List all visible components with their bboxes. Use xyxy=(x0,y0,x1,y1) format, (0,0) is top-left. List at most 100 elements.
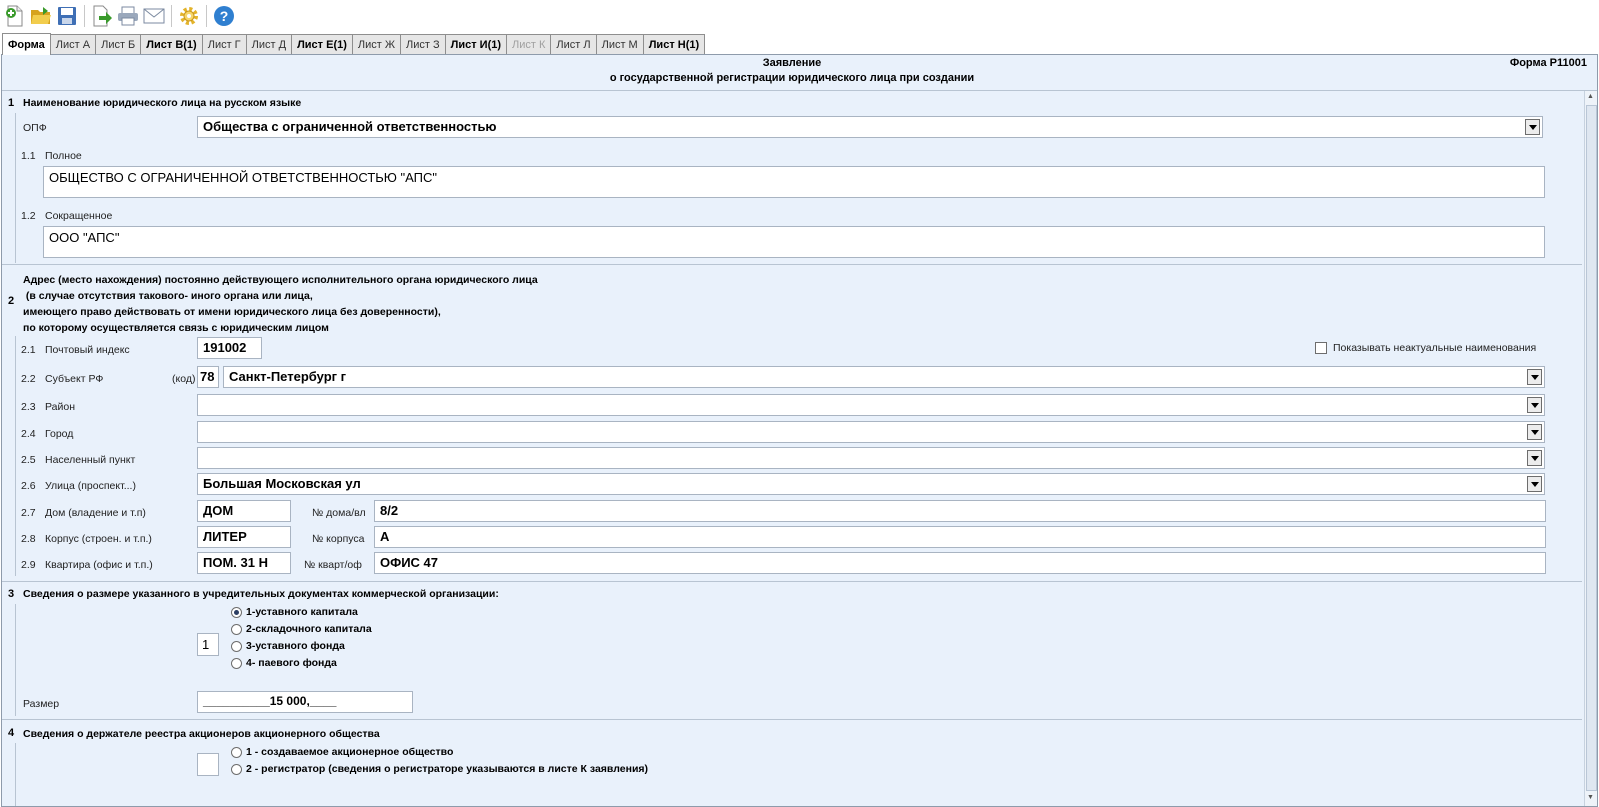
radio-unchecked-icon[interactable] xyxy=(231,623,242,635)
section4-bracket xyxy=(15,743,16,806)
short-name-value: ООО "АПС" xyxy=(49,230,120,245)
scroll-up-icon[interactable]: ▲ xyxy=(1587,93,1594,100)
toolbar-separator xyxy=(171,4,172,27)
house-type-value: ДОМ xyxy=(203,503,234,518)
subject-dropdown[interactable]: Санкт-Петербург г xyxy=(223,366,1545,388)
apartment-number: 2.9 xyxy=(21,559,36,571)
tab-13[interactable]: Лист Н(1) xyxy=(642,34,706,54)
section3-bracket xyxy=(15,604,16,716)
short-name-field[interactable]: ООО "АПС" xyxy=(43,226,1545,258)
opf-label: ОПФ xyxy=(23,122,47,134)
toolbar: ? xyxy=(0,0,1599,31)
scrollbar-thumb[interactable] xyxy=(1586,105,1597,791)
postal-field[interactable]: 191002 xyxy=(197,337,262,359)
short-name-label: Сокращенное xyxy=(45,210,113,222)
capital-type-code-field[interactable]: 1 xyxy=(197,633,219,656)
full-name-field[interactable]: ОБЩЕСТВО С ОГРАНИЧЕННОЙ ОТВЕТСТВЕННОСТЬЮ… xyxy=(43,166,1545,198)
apartment-type-field[interactable]: ПОМ. 31 Н xyxy=(197,552,291,574)
subject-label: Субъект РФ xyxy=(45,373,104,385)
tab-5[interactable]: Лист Д xyxy=(245,34,293,54)
chevron-down-icon[interactable] xyxy=(1525,119,1540,135)
capital-type-code-value: 1 xyxy=(202,637,210,652)
registry-holder-option-2[interactable]: 2 - регистратор (сведения о регистраторе… xyxy=(231,763,648,775)
city-dropdown[interactable] xyxy=(197,421,1545,443)
radio-unchecked-icon[interactable] xyxy=(231,763,242,775)
apartment-num-label: № кварт/оф xyxy=(304,559,362,571)
apartment-type-value: ПОМ. 31 Н xyxy=(203,555,268,570)
capital-type-option-2[interactable]: 2-складочного капитала xyxy=(231,623,372,635)
section1-bracket xyxy=(15,113,16,263)
scroll-down-icon[interactable]: ▼ xyxy=(1587,794,1594,801)
tab-1[interactable]: Лист А xyxy=(49,34,97,54)
settings-gear-icon[interactable] xyxy=(177,4,201,28)
tab-0[interactable]: Форма xyxy=(2,33,51,55)
full-name-number: 1.1 xyxy=(21,150,36,162)
chevron-down-icon[interactable] xyxy=(1527,369,1542,385)
tab-7[interactable]: Лист Ж xyxy=(351,34,402,54)
radio-unchecked-icon[interactable] xyxy=(231,746,242,758)
building-type-field[interactable]: ЛИТЕР xyxy=(197,526,291,548)
chevron-down-icon[interactable] xyxy=(1527,476,1542,492)
section2-bracket xyxy=(15,336,16,576)
email-icon[interactable] xyxy=(142,4,166,28)
tab-2[interactable]: Лист Б xyxy=(95,34,142,54)
section3-title: Сведения о размере указанного в учредите… xyxy=(23,588,499,600)
radio-unchecked-icon[interactable] xyxy=(231,640,242,652)
postal-number: 2.1 xyxy=(21,344,36,356)
building-num-field[interactable]: А xyxy=(374,526,1546,548)
postal-label: Почтовый индекс xyxy=(45,344,130,356)
tab-9[interactable]: Лист И(1) xyxy=(444,34,508,54)
district-dropdown[interactable] xyxy=(197,394,1545,416)
capital-type-option-1-label: 1-уставного капитала xyxy=(246,606,358,618)
capital-type-option-4[interactable]: 4- паевого фонда xyxy=(231,657,337,669)
tab-6[interactable]: Лист Е(1) xyxy=(291,34,353,54)
district-number: 2.3 xyxy=(21,401,36,413)
street-dropdown[interactable]: Большая Московская ул xyxy=(197,473,1545,495)
save-disk-icon[interactable] xyxy=(55,4,79,28)
section2-title-line3: имеющего право действовать от имени юрид… xyxy=(23,306,441,318)
form-title-line1: Заявление xyxy=(762,57,822,69)
print-icon[interactable] xyxy=(116,4,140,28)
subject-code-field[interactable]: 78 xyxy=(197,366,219,388)
opf-dropdown[interactable]: Общества с ограниченной ответственностью xyxy=(197,116,1543,138)
capital-size-field[interactable]: __________15 000,____ xyxy=(197,691,413,713)
capital-type-option-1[interactable]: 1-уставного капитала xyxy=(231,606,358,618)
section1-title: Наименование юридического лица на русско… xyxy=(23,97,302,109)
open-folder-icon[interactable] xyxy=(29,4,53,28)
section-divider xyxy=(2,581,1582,582)
building-label: Корпус (строен. и т.п.) xyxy=(45,533,152,545)
house-label: Дом (владение и т.п) xyxy=(45,507,146,519)
registry-holder-option-2-label: 2 - регистратор (сведения о регистраторе… xyxy=(246,763,649,775)
locality-dropdown[interactable] xyxy=(197,447,1545,469)
export-icon[interactable] xyxy=(90,4,114,28)
chevron-down-icon[interactable] xyxy=(1527,450,1542,466)
capital-type-option-2-label: 2-складочного капитала xyxy=(246,623,372,635)
house-number: 2.7 xyxy=(21,507,36,519)
tab-12[interactable]: Лист М xyxy=(595,34,644,54)
street-label: Улица (проспект...) xyxy=(45,480,136,492)
section4-title: Сведения о держателе реестра акционеров … xyxy=(23,728,380,740)
tab-4[interactable]: Лист Г xyxy=(201,34,247,54)
chevron-down-icon[interactable] xyxy=(1527,397,1542,413)
apartment-num-field[interactable]: ОФИС 47 xyxy=(374,552,1546,574)
help-icon[interactable]: ? xyxy=(212,4,236,28)
show-obsolete-checkbox[interactable] xyxy=(1315,342,1327,354)
chevron-down-icon[interactable] xyxy=(1527,424,1542,440)
tab-11[interactable]: Лист Л xyxy=(550,34,597,54)
section-divider xyxy=(2,719,1582,720)
subject-code-label: (код) xyxy=(172,373,196,385)
vertical-scrollbar[interactable]: ▲ ▼ xyxy=(1584,91,1597,806)
tab-8[interactable]: Лист З xyxy=(400,34,446,54)
city-number: 2.4 xyxy=(21,428,36,440)
house-type-field[interactable]: ДОМ xyxy=(197,500,291,522)
new-document-icon[interactable] xyxy=(3,4,27,28)
section1-number: 1 xyxy=(8,97,15,109)
capital-type-option-3[interactable]: 3-уставного фонда xyxy=(231,640,345,652)
radio-unchecked-icon[interactable] xyxy=(231,657,242,669)
registry-holder-code-field[interactable] xyxy=(197,753,219,776)
tab-3[interactable]: Лист В(1) xyxy=(140,34,203,54)
registry-holder-option-1[interactable]: 1 - создаваемое акционерное общество xyxy=(231,746,453,758)
radio-checked-icon[interactable] xyxy=(231,606,242,618)
svg-text:?: ? xyxy=(220,8,229,24)
house-num-field[interactable]: 8/2 xyxy=(374,500,1546,522)
